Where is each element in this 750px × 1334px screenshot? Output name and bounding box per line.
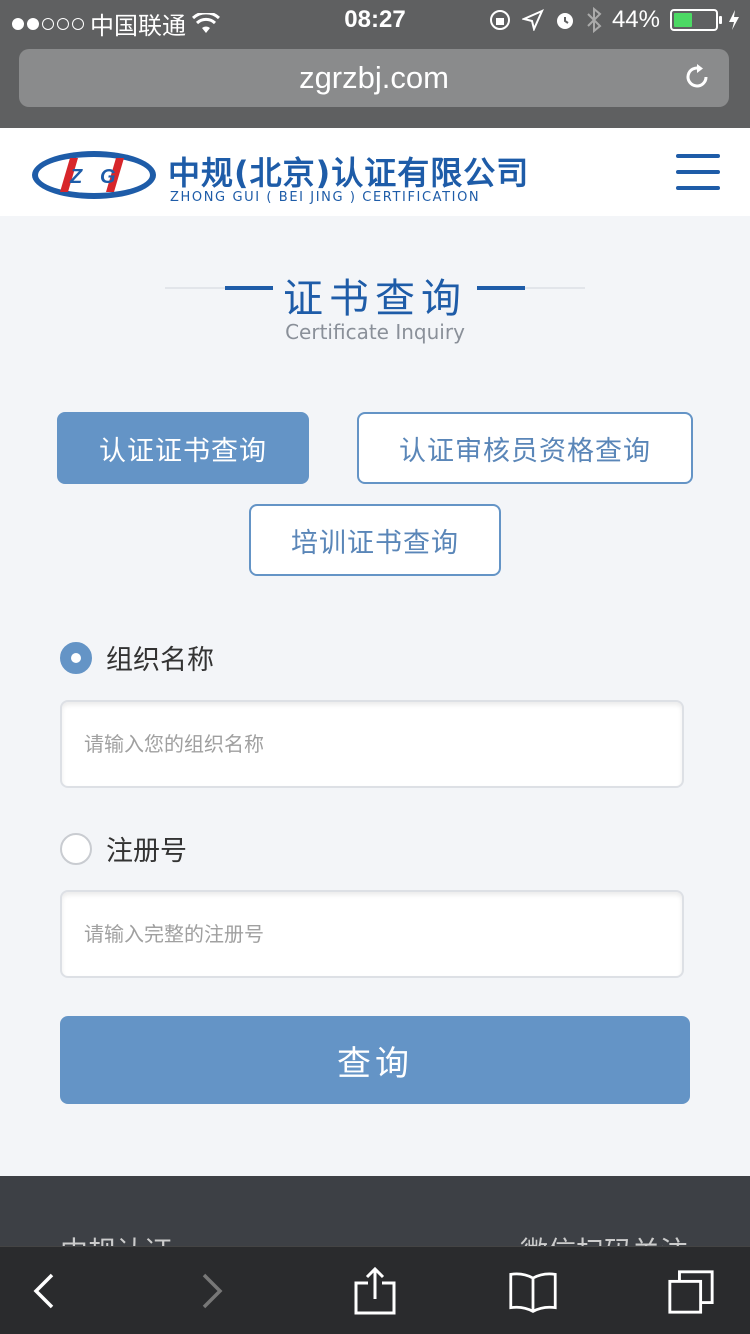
- org-name-input[interactable]: [84, 732, 660, 756]
- svg-text:Z: Z: [69, 166, 83, 188]
- browser-chrome: zgrzbj.com: [0, 40, 750, 128]
- site-header: Z G 中规(北京)认证有限公司 ZHONG GUI ( BEI JING ) …: [0, 128, 750, 216]
- org-name-option[interactable]: 组织名称: [60, 638, 214, 677]
- tab-certification-certificate[interactable]: 认证证书查询: [57, 412, 309, 484]
- orientation-lock-icon: [489, 10, 510, 30]
- battery-icon: [670, 9, 722, 31]
- company-logo[interactable]: Z G: [30, 148, 158, 202]
- tab-training-certificate[interactable]: 培训证书查询: [249, 504, 501, 576]
- bluetooth-icon: [587, 7, 602, 33]
- org-name-field[interactable]: [60, 700, 684, 788]
- tab-auditor-qualification[interactable]: 认证审核员资格查询: [357, 412, 693, 484]
- reg-number-radio[interactable]: [60, 832, 92, 865]
- url-text: zgrzbj.com: [299, 60, 449, 95]
- bookmarks-icon[interactable]: [508, 1265, 558, 1317]
- org-name-radio[interactable]: [60, 641, 92, 674]
- footer-right-text: 微信扫码关注: [520, 1234, 688, 1246]
- battery-percent: 44%: [611, 6, 660, 33]
- svg-text:G: G: [100, 166, 116, 188]
- browser-toolbar: [0, 1246, 750, 1334]
- brand-name-en: ZHONG GUI ( BEI JING ) CERTIFICATION: [170, 190, 481, 205]
- status-right: 44%: [488, 6, 740, 34]
- share-icon[interactable]: [350, 1265, 400, 1317]
- query-button[interactable]: 查询: [60, 1016, 690, 1104]
- reg-number-input[interactable]: [84, 922, 660, 946]
- hamburger-menu-icon[interactable]: [676, 154, 720, 190]
- location-icon: [521, 9, 544, 31]
- status-bar: 中国联通 08:27 44%: [0, 0, 750, 40]
- section-title: 证书查询: [0, 266, 750, 324]
- brand-name-cn: 中规(北京)认证有限公司: [168, 154, 530, 192]
- reg-number-label: 注册号: [106, 836, 187, 867]
- footer-left-text: 中规认证: [60, 1234, 172, 1246]
- battery-fill: [674, 13, 692, 27]
- reg-number-option[interactable]: 注册号: [60, 829, 187, 868]
- reload-icon[interactable]: [681, 61, 713, 93]
- section-title-text: 证书查询: [273, 276, 477, 322]
- tabs-icon[interactable]: [666, 1265, 716, 1317]
- org-name-label: 组织名称: [106, 645, 214, 676]
- charging-icon: [729, 10, 739, 30]
- address-bar[interactable]: zgrzbj.com: [19, 49, 729, 107]
- reg-number-field[interactable]: [60, 890, 684, 978]
- back-icon[interactable]: [20, 1265, 70, 1317]
- section-subtitle: Certificate Inquiry: [285, 320, 465, 344]
- forward-icon[interactable]: [186, 1265, 236, 1317]
- alarm-icon: [556, 13, 573, 29]
